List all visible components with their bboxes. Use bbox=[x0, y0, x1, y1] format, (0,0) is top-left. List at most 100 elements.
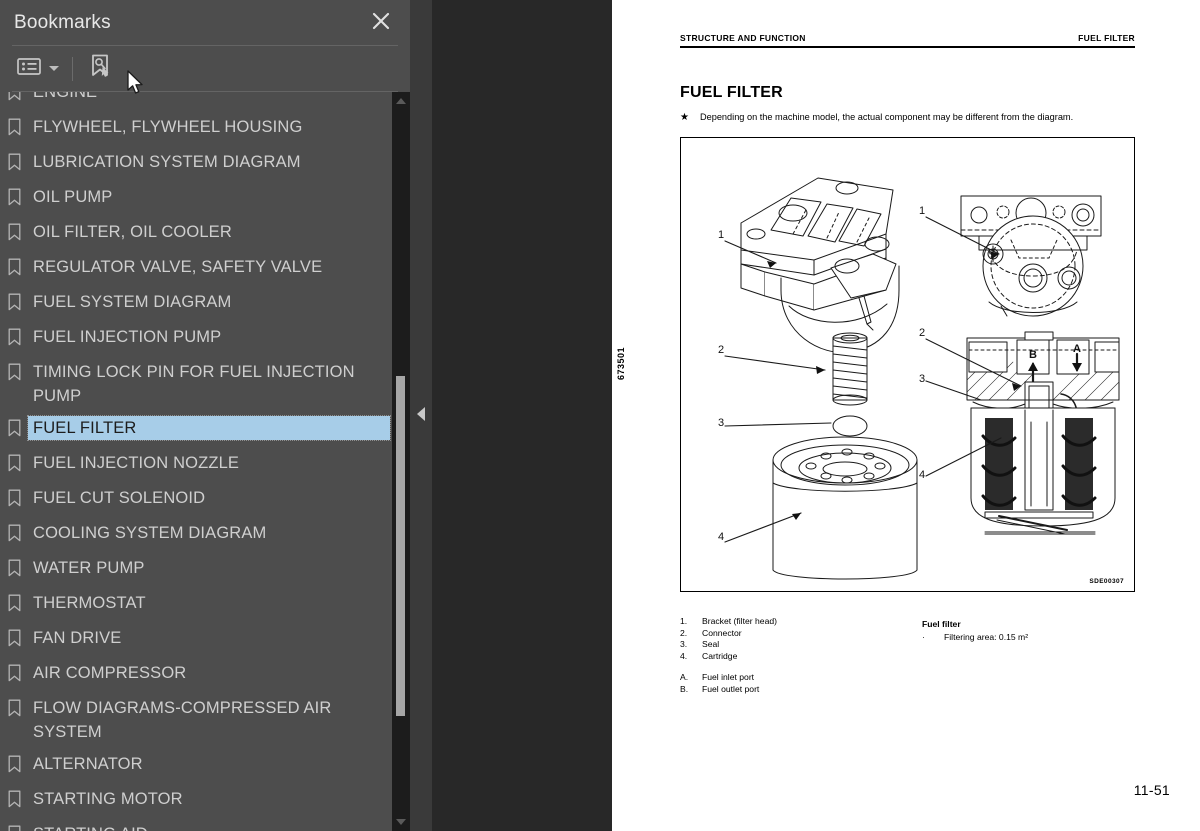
svg-text:B: B bbox=[1029, 349, 1037, 361]
bookmark-item[interactable]: FUEL INJECTION PUMP bbox=[0, 321, 390, 356]
legend-num: 3. bbox=[680, 639, 688, 650]
figure-fuel-filter: 1 2 3 4 1 B A 2 3 4 SDE00307 bbox=[680, 137, 1135, 592]
bookmark-label: FUEL INJECTION PUMP bbox=[33, 328, 222, 346]
page-note-text: Depending on the machine model, the actu… bbox=[699, 112, 1074, 122]
bookmark-item[interactable]: FUEL CUT SOLENOID bbox=[0, 482, 390, 517]
bookmark-label: FUEL SYSTEM DIAGRAM bbox=[33, 293, 232, 311]
pdf-viewer-window: Bookmarks ENGINE FLYWHEEL, FLYWHEEL HOUS… bbox=[0, 0, 1200, 831]
bookmark-item[interactable]: FUEL INJECTION NOZZLE bbox=[0, 447, 390, 482]
bookmarks-scroll-area: ENGINE FLYWHEEL, FLYWHEEL HOUSING LUBRICAT… bbox=[0, 92, 410, 831]
svg-text:3: 3 bbox=[919, 373, 925, 385]
toolbar-separator bbox=[72, 56, 73, 81]
bookmark-icon bbox=[0, 290, 28, 311]
bookmark-item[interactable]: FLOW DIAGRAMS-COMPRESSED AIR SYSTEM bbox=[0, 692, 390, 748]
bookmark-icon bbox=[0, 255, 28, 276]
bookmark-item[interactable]: WATER PUMP bbox=[0, 552, 390, 587]
figure-legend-numbered: 1. Bracket (filter head) 2. Connector 3.… bbox=[680, 616, 777, 696]
bookmark-item[interactable]: LUBRICATION SYSTEM DIAGRAM bbox=[0, 146, 390, 181]
bookmark-label: FUEL FILTER bbox=[27, 415, 391, 441]
page-note: ★ Depending on the machine model, the ac… bbox=[680, 112, 1073, 123]
page-number: 11-51 bbox=[1133, 782, 1170, 798]
bookmark-label: AIR COMPRESSOR bbox=[33, 664, 187, 682]
svg-text:3: 3 bbox=[718, 417, 724, 429]
bookmarks-list: ENGINE FLYWHEEL, FLYWHEEL HOUSING LUBRICAT… bbox=[0, 92, 391, 831]
new-bookmark-icon bbox=[88, 53, 112, 84]
sidebar-title: Bookmarks bbox=[14, 11, 111, 33]
legend-row: 4. Cartridge bbox=[680, 651, 777, 663]
bookmark-icon bbox=[0, 92, 28, 101]
bookmark-label: LUBRICATION SYSTEM DIAGRAM bbox=[33, 153, 301, 171]
legend-text: Fuel inlet port bbox=[702, 672, 755, 683]
header-rule bbox=[680, 46, 1135, 48]
running-header-right: FUEL FILTER bbox=[1078, 33, 1135, 43]
bookmark-icon bbox=[0, 150, 28, 171]
legend-row: 3. Seal bbox=[680, 639, 777, 651]
svg-text:2: 2 bbox=[919, 327, 925, 339]
bookmark-label: TIMING LOCK PIN FOR FUEL INJECTION PUMP bbox=[33, 363, 355, 405]
bookmark-item[interactable]: FAN DRIVE bbox=[0, 622, 390, 657]
bookmark-label: STARTING MOTOR bbox=[33, 790, 183, 808]
bookmark-item[interactable]: OIL PUMP bbox=[0, 181, 390, 216]
bookmarks-sidebar: Bookmarks ENGINE FLYWHEEL, FLYWHEEL HOUS… bbox=[0, 0, 410, 831]
bookmark-item[interactable]: TIMING LOCK PIN FOR FUEL INJECTION PUMP bbox=[0, 356, 390, 412]
bookmark-item[interactable]: FUEL FILTER bbox=[0, 412, 391, 447]
spec-text: Filtering area: 0.15 m² bbox=[944, 632, 1029, 642]
bookmark-label: FLOW DIAGRAMS-COMPRESSED AIR SYSTEM bbox=[33, 699, 332, 741]
svg-text:1: 1 bbox=[919, 205, 925, 217]
bookmark-item[interactable]: COOLING SYSTEM DIAGRAM bbox=[0, 517, 390, 552]
spec-bullet: · bbox=[922, 632, 925, 642]
figure-svg: 1 2 3 4 1 B A 2 3 4 bbox=[718, 177, 1120, 580]
scrollbar-thumb[interactable] bbox=[396, 376, 405, 716]
bookmark-icon bbox=[0, 185, 28, 206]
bookmark-item[interactable]: OIL FILTER, OIL COOLER bbox=[0, 216, 390, 251]
bookmark-item[interactable]: FUEL SYSTEM DIAGRAM bbox=[0, 286, 390, 321]
close-icon[interactable] bbox=[366, 6, 396, 36]
svg-text:2: 2 bbox=[718, 344, 724, 356]
bookmark-icon bbox=[0, 661, 28, 682]
bookmark-item[interactable]: STARTING AID bbox=[0, 818, 390, 831]
star-icon: ★ bbox=[680, 112, 689, 123]
legend-num: A. bbox=[680, 672, 689, 683]
figure-code-label: SDE00307 bbox=[1089, 578, 1124, 585]
sidebar-header: Bookmarks bbox=[0, 0, 410, 45]
bookmark-item[interactable]: THERMOSTAT bbox=[0, 587, 390, 622]
legend-text: Seal bbox=[702, 639, 720, 650]
bookmark-icon bbox=[0, 115, 28, 136]
scroll-up-arrow-icon[interactable] bbox=[392, 94, 410, 108]
bookmark-label: STARTING AID bbox=[28, 822, 390, 831]
bookmark-label: FAN DRIVE bbox=[33, 629, 122, 647]
bookmark-icon bbox=[0, 486, 28, 507]
bookmark-icon bbox=[0, 451, 28, 472]
running-header-left: STRUCTURE AND FUNCTION bbox=[680, 33, 806, 43]
list-options-icon bbox=[16, 56, 42, 81]
bookmarks-scrollbar[interactable] bbox=[392, 92, 410, 831]
bookmark-label: REGULATOR VALVE, SAFETY VALVE bbox=[33, 258, 323, 276]
new-bookmark-button[interactable] bbox=[86, 50, 114, 87]
bookmark-item[interactable]: ENGINE bbox=[0, 92, 390, 111]
bookmark-label: THERMOSTAT bbox=[33, 594, 146, 612]
bookmark-label: COOLING SYSTEM DIAGRAM bbox=[33, 524, 267, 542]
legend-text: Bracket (filter head) bbox=[702, 616, 777, 626]
bookmark-item[interactable]: REGULATOR VALVE, SAFETY VALVE bbox=[0, 251, 390, 286]
chevron-down-icon bbox=[49, 66, 59, 71]
page-title: FUEL FILTER bbox=[680, 84, 783, 101]
scroll-down-arrow-icon[interactable] bbox=[392, 815, 410, 829]
bookmark-item[interactable]: FLYWHEEL, FLYWHEEL HOUSING bbox=[0, 111, 390, 146]
document-viewer[interactable]: STRUCTURE AND FUNCTION FUEL FILTER FUEL … bbox=[432, 0, 1200, 831]
collapse-left-arrow-icon[interactable] bbox=[414, 405, 428, 423]
bookmark-item[interactable]: ALTERNATOR bbox=[0, 748, 390, 783]
bookmark-item[interactable]: AIR COMPRESSOR bbox=[0, 657, 390, 692]
legend-num: B. bbox=[680, 683, 689, 694]
document-page: STRUCTURE AND FUNCTION FUEL FILTER FUEL … bbox=[612, 0, 1200, 831]
legend-row: 2. Connector bbox=[680, 628, 777, 640]
svg-text:4: 4 bbox=[919, 469, 925, 481]
legend-row: B. Fuel outlet port bbox=[680, 684, 777, 696]
legend-text: Cartridge bbox=[702, 650, 738, 661]
list-options-button[interactable] bbox=[14, 53, 61, 84]
spec-row: · Filtering area: 0.15 m² bbox=[922, 631, 1028, 643]
bookmark-label: FUEL INJECTION NOZZLE bbox=[33, 454, 240, 472]
legend-text: Fuel outlet port bbox=[702, 683, 760, 694]
bookmarks-toolbar bbox=[0, 46, 410, 91]
bookmark-item[interactable]: STARTING MOTOR bbox=[0, 783, 390, 818]
bookmark-icon bbox=[0, 591, 28, 612]
